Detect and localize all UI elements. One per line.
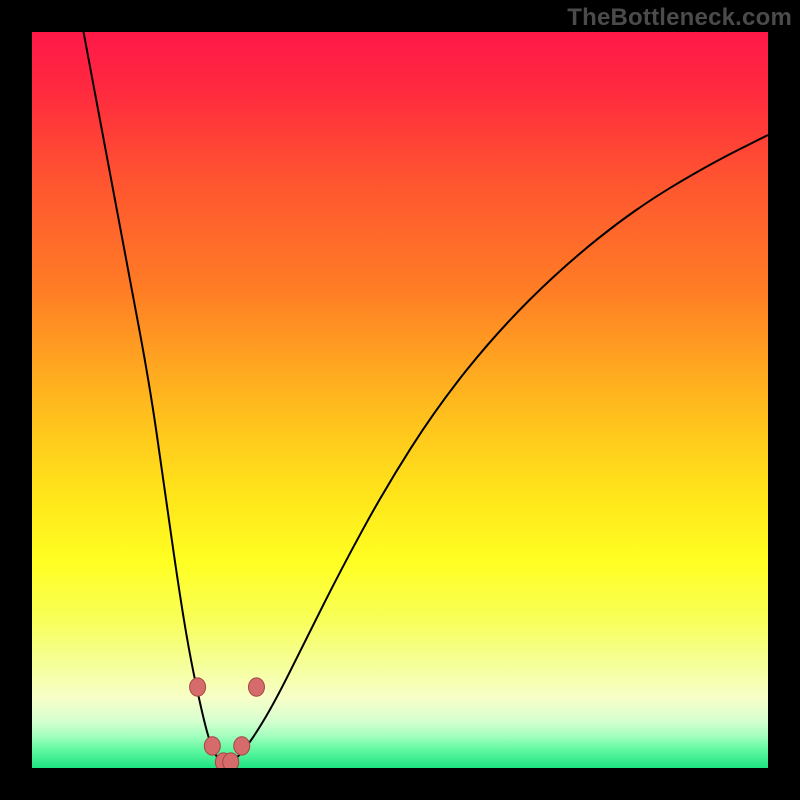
gradient-background [32,32,768,768]
marker-dot [234,737,250,755]
marker-dot [204,737,220,755]
bottleneck-chart [32,32,768,768]
chart-frame: TheBottleneck.com [0,0,800,800]
marker-dot [248,678,264,696]
watermark-text: TheBottleneck.com [567,4,792,32]
marker-dot [190,678,206,696]
marker-dot [223,753,239,768]
plot-area [32,32,768,768]
